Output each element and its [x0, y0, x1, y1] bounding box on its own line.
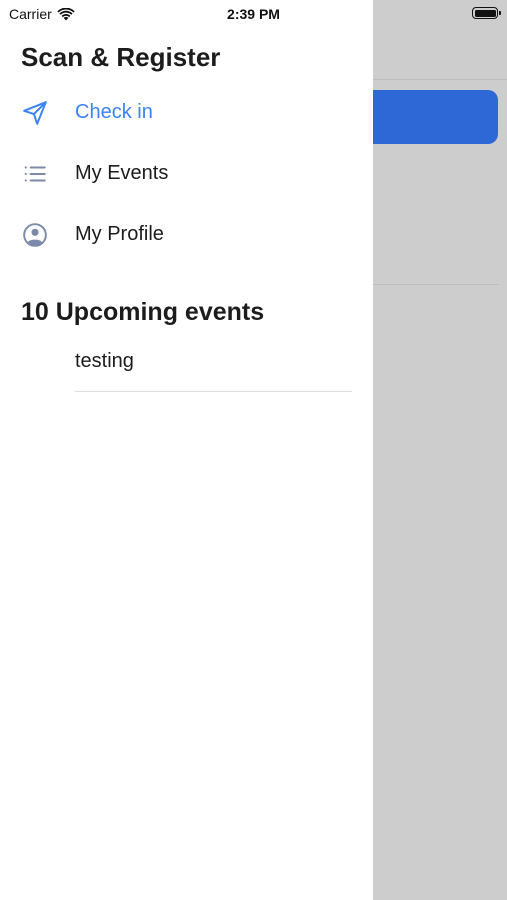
screen: Carrier 2:39 PM Scan & Register Check in	[0, 0, 507, 900]
menu-item-label: My Events	[75, 162, 169, 184]
side-drawer: Carrier 2:39 PM Scan & Register Check in	[0, 0, 373, 900]
menu-item-check-in[interactable]: Check in	[0, 82, 373, 143]
drawer-title: Scan & Register	[21, 42, 221, 72]
menu-item-label: Check in	[75, 101, 153, 123]
drawer-menu: Check in My Events My Profile	[0, 82, 373, 265]
background-divider	[373, 284, 499, 285]
menu-item-my-events[interactable]: My Events	[0, 143, 373, 204]
upcoming-events-list: testing	[75, 332, 352, 392]
paper-plane-icon	[22, 100, 48, 126]
menu-item-my-profile[interactable]: My Profile	[0, 204, 373, 265]
background-divider	[373, 79, 507, 80]
list-icon	[22, 161, 48, 187]
event-list-item[interactable]: testing	[75, 332, 352, 392]
status-time: 2:39 PM	[227, 6, 280, 22]
user-circle-icon	[22, 222, 48, 248]
upcoming-events-heading: 10 Upcoming events	[21, 298, 265, 326]
menu-item-label: My Profile	[75, 223, 164, 245]
